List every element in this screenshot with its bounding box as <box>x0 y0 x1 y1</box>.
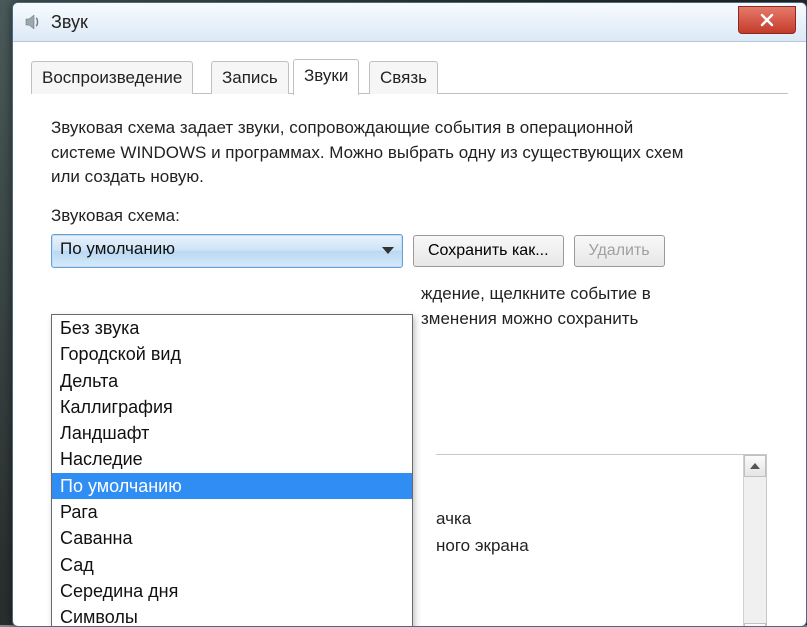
tab-body-sounds: Звуковая схема задает звуки, сопровождаю… <box>31 94 788 627</box>
dropdown-item[interactable]: Саванна <box>52 525 412 551</box>
dropdown-item[interactable]: Без звука <box>52 315 412 341</box>
tab-communications[interactable]: Связь <box>369 61 438 94</box>
dropdown-item[interactable]: Каллиграфия <box>52 394 412 420</box>
scheme-label: Звуковая схема: <box>51 206 768 226</box>
dropdown-item[interactable]: Дельта <box>52 368 412 394</box>
scheme-combobox-value: По умолчанию <box>60 239 175 259</box>
chevron-down-icon <box>382 247 394 254</box>
dropdown-item[interactable]: По умолчанию <box>52 473 412 499</box>
scheme-row: По умолчанию Сохранить как... Удалить <box>51 234 768 268</box>
delete-button: Удалить <box>574 235 665 267</box>
scroll-down-button[interactable] <box>744 623 766 627</box>
dropdown-item[interactable]: Рага <box>52 499 412 525</box>
dropdown-item[interactable]: Символы <box>52 604 412 627</box>
dropdown-item[interactable]: Наследие <box>52 446 412 472</box>
events-listbox[interactable]: ачка ного экрана <box>436 454 767 627</box>
hint-fragment-1: ждение, щелкните событие в <box>51 282 771 307</box>
tab-strip: Воспроизведение Запись Звуки Связь <box>31 57 788 94</box>
scrollbar[interactable] <box>743 455 766 627</box>
dropdown-item[interactable]: Сад <box>52 552 412 578</box>
scroll-up-button[interactable] <box>744 455 766 477</box>
list-item[interactable]: ного экрана <box>436 532 529 559</box>
list-item[interactable]: ачка <box>436 505 529 532</box>
scheme-dropdown-list[interactable]: Без звукаГородской видДельтаКаллиграфияЛ… <box>51 314 413 627</box>
tab-sounds[interactable]: Звуки <box>293 59 359 95</box>
titlebar: Звук <box>13 3 806 42</box>
close-icon <box>760 13 774 27</box>
client-area: Воспроизведение Запись Звуки Связь Звуко… <box>31 57 788 626</box>
description-text: Звуковая схема задает звуки, сопровождаю… <box>51 116 691 190</box>
scheme-combobox[interactable]: По умолчанию <box>51 234 403 268</box>
dropdown-item[interactable]: Середина дня <box>52 578 412 604</box>
tab-playback[interactable]: Воспроизведение <box>31 61 193 94</box>
dropdown-item[interactable]: Ландшафт <box>52 420 412 446</box>
tab-recording[interactable]: Запись <box>211 61 289 94</box>
sound-window: Звук Воспроизведение Запись Звуки Связь … <box>12 2 807 627</box>
close-button[interactable] <box>738 6 796 34</box>
save-as-button[interactable]: Сохранить как... <box>413 235 564 267</box>
speaker-icon <box>23 12 43 32</box>
window-title: Звук <box>51 12 88 33</box>
events-listbox-items: ачка ного экрана <box>436 505 529 559</box>
dropdown-item[interactable]: Городской вид <box>52 341 412 367</box>
